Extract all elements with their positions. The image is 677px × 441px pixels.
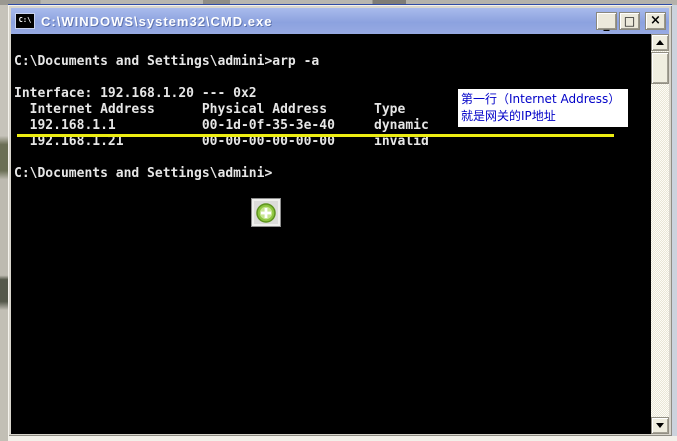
zoom-in-overlay-button[interactable]	[251, 198, 281, 227]
highlight-underline	[17, 134, 614, 137]
console-line-arp-row-gateway: 192.168.1.1 00-1d-0f-35-3e-40 dynamic	[14, 118, 429, 133]
page-background-left	[0, 5, 8, 441]
scroll-down-button[interactable]	[651, 417, 669, 434]
cmd-window: C:\ C:\WINDOWS\system32\CMD.exe _ □ × C:…	[8, 4, 672, 436]
title-bar[interactable]: C:\ C:\WINDOWS\system32\CMD.exe _ □ ×	[11, 8, 669, 34]
page-background-right	[672, 5, 677, 436]
annotation-note: 第一行（Internet Address） 就是网关的IP地址	[458, 89, 628, 127]
console-line-prompt: C:\Documents and Settings\admini>	[14, 166, 273, 181]
cmd-icon: C:\	[15, 13, 35, 29]
zoom-in-icon	[255, 202, 277, 224]
scrollbar-thumb[interactable]	[651, 52, 669, 84]
screenshot-root: C:\ C:\WINDOWS\system32\CMD.exe _ □ × C:…	[0, 0, 677, 441]
console-screen[interactable]: C:\Documents and Settings\admini>arp -a …	[11, 34, 669, 434]
vertical-scrollbar[interactable]	[651, 34, 669, 434]
close-button[interactable]: ×	[645, 12, 666, 30]
minimize-button[interactable]: _	[596, 12, 617, 31]
annotation-line-1: 第一行（Internet Address）	[461, 92, 621, 106]
annotation-line-2: 就是网关的IP地址	[461, 109, 556, 123]
window-title: C:\WINDOWS\system32\CMD.exe	[41, 13, 273, 29]
maximize-button[interactable]: □	[619, 12, 640, 30]
arrow-down-icon	[656, 423, 664, 428]
console-line-interface: Interface: 192.168.1.20 --- 0x2	[14, 86, 257, 101]
console-line-table-header: Internet Address Physical Address Type	[14, 102, 406, 117]
window-controls: _ □ ×	[596, 12, 666, 31]
console-output: C:\Documents and Settings\admini>arp -a …	[14, 54, 429, 182]
console-line-command: C:\Documents and Settings\admini>arp -a	[14, 54, 320, 69]
scroll-up-button[interactable]	[651, 34, 669, 51]
arrow-up-icon	[656, 40, 664, 45]
page-background-bottom	[8, 436, 677, 441]
